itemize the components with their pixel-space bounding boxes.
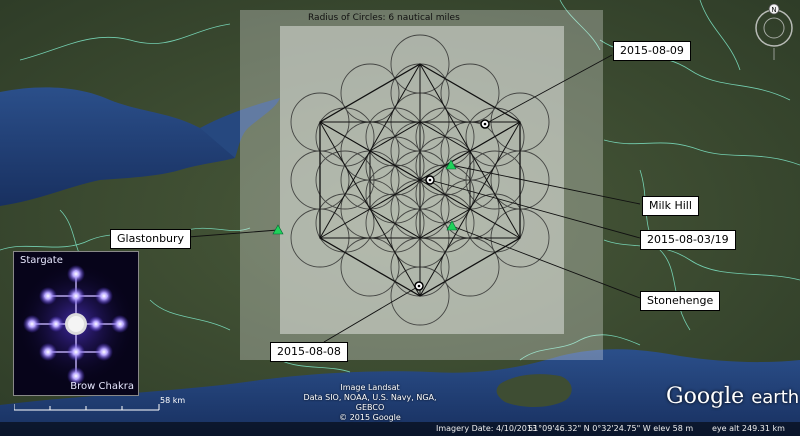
place-label-glastonbury[interactable]: Glastonbury [110, 229, 192, 249]
place-label-milk-hill[interactable]: Milk Hill [642, 196, 699, 216]
imagery-date: Imagery Date: 4/10/2013 [436, 424, 537, 433]
date-label-2015-08-08[interactable]: 2015-08-08 [270, 342, 348, 362]
logo-earth: earth [751, 387, 800, 408]
navigation-controls[interactable]: N [752, 4, 796, 60]
logo-google: Google [666, 384, 745, 409]
date-label-2015-08-09[interactable]: 2015-08-09 [613, 41, 691, 61]
stargate-inset: Stargate Brow Chakra [13, 251, 139, 396]
status-bar: Imagery Date: 4/10/2013 51°09'46.32" N 0… [0, 422, 800, 436]
attribution-line-1: Image Landsat [340, 383, 400, 392]
marker-2015-08-09[interactable] [480, 119, 490, 129]
look-ring[interactable] [755, 9, 793, 47]
marker-center[interactable] [425, 175, 435, 185]
inset-title: Stargate [20, 255, 63, 266]
cursor-coordinates: 51°09'46.32" N 0°32'24.75" W elev 58 m [528, 424, 694, 433]
attribution-line-2: Data SIO, NOAA, U.S. Navy, NGA, GEBCO [303, 393, 437, 412]
marker-2015-08-08[interactable] [414, 281, 424, 291]
scale-label: 58 km [160, 396, 186, 405]
overlay-title: Radius of Circles: 6 nautical miles [308, 13, 460, 23]
inset-caption: Brow Chakra [70, 381, 134, 392]
date-label-2015-08-03-19[interactable]: 2015-08-03/19 [640, 230, 736, 250]
google-earth-logo: Google earth [666, 384, 799, 409]
eye-altitude: eye alt 249.31 km [712, 424, 785, 433]
scale-bar [14, 404, 160, 411]
map-viewport[interactable]: Radius of Circles: 6 nautical miles 2015… [0, 0, 800, 436]
north-label: N [771, 6, 776, 14]
look-joystick[interactable] [763, 17, 785, 39]
stargate-glow-image [14, 252, 138, 395]
place-label-stonehenge[interactable]: Stonehenge [640, 291, 721, 311]
imagery-attribution: Image Landsat Data SIO, NOAA, U.S. Navy,… [300, 383, 440, 423]
